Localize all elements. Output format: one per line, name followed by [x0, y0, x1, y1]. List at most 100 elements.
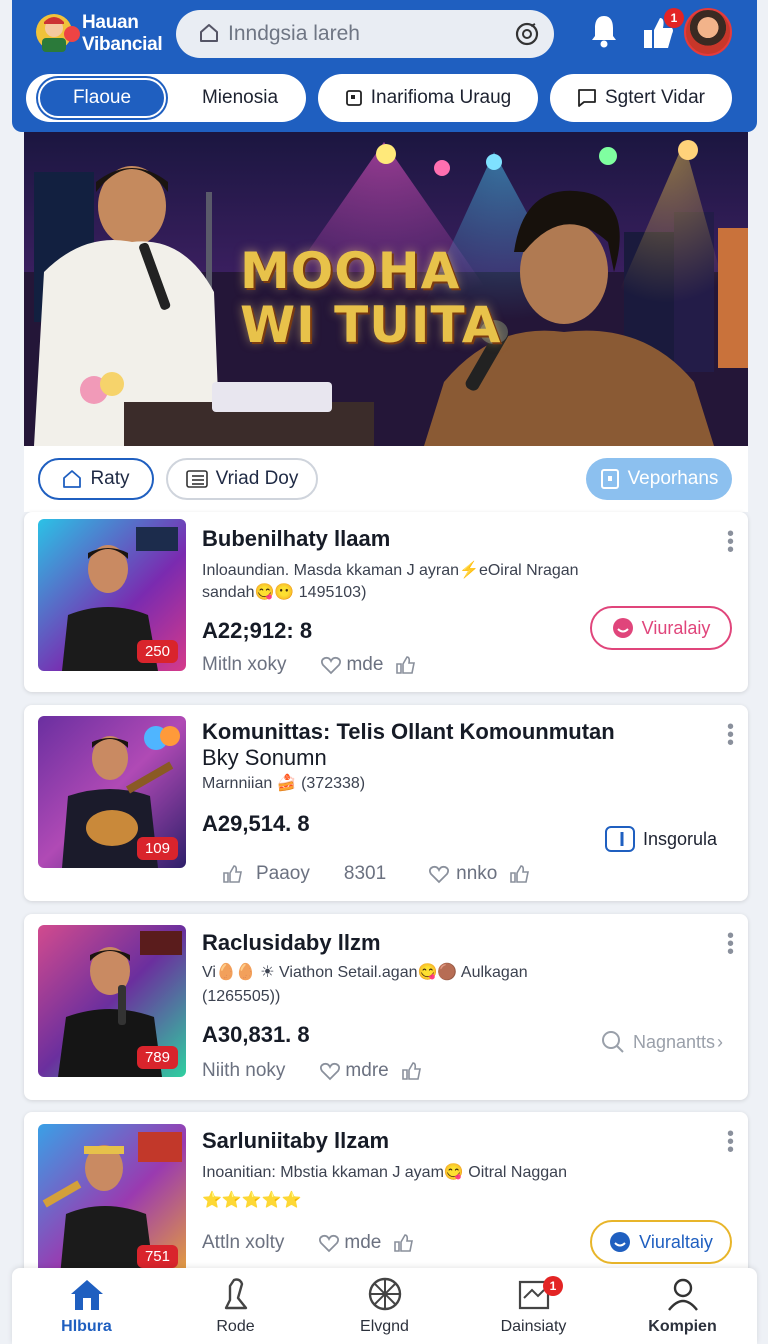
- heart-icon[interactable]: [320, 655, 342, 675]
- heart-icon[interactable]: [318, 1233, 340, 1253]
- nav-item-rode[interactable]: Rode: [161, 1268, 310, 1344]
- hero-title: MOOHA WI TUITA: [240, 244, 501, 352]
- thumbs-up-icon[interactable]: [393, 1233, 415, 1253]
- item-meta-label: Attln xolty: [202, 1232, 285, 1253]
- item-description-2: sandah😋😶 1495103): [202, 584, 367, 601]
- chat-icon: [578, 89, 596, 107]
- mic-stand-icon: [224, 1278, 247, 1310]
- list-item[interactable]: 789 Raclusidaby llzm • • • Vi🥚🥚 ☀ Viathon …: [24, 914, 748, 1100]
- item-meta: Niith noky mdre: [202, 1060, 423, 1082]
- smile-icon: [612, 618, 633, 638]
- action-button-label: Nagnantts: [632, 1031, 716, 1052]
- compass-icon: [368, 1277, 401, 1311]
- action-button-label: Viuralaiy: [641, 617, 711, 638]
- filter-pill-1[interactable]: Inarifioma Uraug: [318, 74, 538, 122]
- brand-line-2: Vibancial: [82, 34, 163, 55]
- thumbs-up-icon[interactable]: [222, 864, 244, 884]
- chip-vriad-doy[interactable]: Vriad Doy: [166, 458, 318, 500]
- heart-icon[interactable]: [428, 864, 450, 884]
- action-button[interactable]: Viuralaiy: [590, 606, 732, 650]
- nav-item-label: Rode: [216, 1318, 255, 1335]
- thumb-count: 250: [136, 640, 178, 663]
- like-label: mde: [344, 1232, 382, 1253]
- nav-item-dainsiaty[interactable]: 1 Dainsiaty: [459, 1268, 608, 1344]
- profile-icon: [667, 1278, 698, 1311]
- item-meta: Paaoy 8301 nnko: [222, 863, 531, 885]
- action-button-label: Viuraltaiy: [639, 1231, 713, 1252]
- list-item[interactable]: 109 Komunittas: Telis Ollant Komounmutan…: [24, 705, 748, 901]
- item-meta: Mitln xoky mde: [202, 654, 417, 676]
- avatar[interactable]: [684, 8, 732, 56]
- segment-tab-inactive[interactable]: Mienosia: [176, 78, 304, 118]
- heart-icon[interactable]: [319, 1061, 341, 1081]
- action-button[interactable]: Insgorula: [586, 817, 736, 861]
- item-description: Marnniian 🍰 (372338): [202, 775, 366, 792]
- list-item[interactable]: 751 Sarluniitaby llzam • • • Inoanitian: M…: [24, 1112, 748, 1282]
- star-rating: ⭐⭐⭐⭐⭐: [202, 1192, 302, 1209]
- facebook-icon: [604, 826, 635, 852]
- notification-badge: 1: [664, 8, 684, 28]
- item-thumbnail: 751: [38, 1124, 186, 1276]
- search-bar[interactable]: [176, 10, 554, 58]
- bottom-nav: Hlbura Rode Elvgnd 1 Dainsiaty Kompien: [12, 1268, 757, 1344]
- thumb-count: 751: [136, 1245, 178, 1268]
- nav-item-elvgnd[interactable]: Elvgnd: [310, 1268, 459, 1344]
- meta-count: 8301: [343, 863, 387, 884]
- item-description: Inoanitian: Mbstia kkaman J ayam😋 Oitral…: [202, 1164, 567, 1181]
- item-price: A29,514. 8: [202, 811, 310, 836]
- like-label: nnko: [456, 863, 498, 884]
- action-button[interactable]: Nagnantts ›: [592, 1020, 732, 1064]
- bell-icon[interactable]: [588, 12, 620, 50]
- search-icon[interactable]: [514, 21, 540, 47]
- item-meta: Attln xolty mde: [202, 1232, 415, 1254]
- item-meta-label: Niith noky: [202, 1060, 286, 1081]
- more-options-icon[interactable]: • • •: [727, 1124, 734, 1160]
- thumbs-up-icon[interactable]: [401, 1061, 423, 1081]
- search-input[interactable]: [228, 18, 498, 50]
- more-options-icon[interactable]: • • •: [727, 926, 734, 962]
- segment-control: Flaoue Mienosia: [26, 74, 306, 122]
- item-title: Raclusidaby llzm: [202, 930, 381, 955]
- brand-line-1: Hauan: [82, 12, 139, 33]
- item-title: Komunittas: Telis Ollant Komounmutan Bky…: [202, 719, 615, 771]
- nav-item-label: Kompien: [648, 1318, 717, 1335]
- filter-pill-2[interactable]: Sgtert Vidar: [550, 74, 732, 122]
- search-icon: [601, 1031, 624, 1053]
- hero-banner[interactable]: MOOHA WI TUITA: [24, 132, 748, 446]
- list-icon: [185, 470, 208, 488]
- chevron-right-icon: ›: [717, 1031, 724, 1052]
- nav-item-label: Dainsiaty: [500, 1318, 567, 1335]
- like-label: mdre: [345, 1060, 389, 1081]
- item-meta-label: Mitln xoky: [202, 654, 287, 675]
- item-title: Sarluniitaby llzam: [202, 1128, 390, 1153]
- action-button-label: Insgorula: [642, 828, 718, 849]
- chip-raty[interactable]: Raty: [38, 458, 154, 500]
- home-icon: [70, 1280, 103, 1310]
- filter-row: Raty Vriad Doy Veporhans: [24, 446, 748, 512]
- segment-tab-active[interactable]: Flaoue: [38, 78, 166, 118]
- meta-label: Paaoy: [256, 863, 310, 884]
- item-price: A30,831. 8: [202, 1022, 310, 1047]
- list-item[interactable]: 250 Bubenilhaty llaam • • • Inloaundian. M…: [24, 512, 748, 692]
- action-button[interactable]: Viuraltaiy: [590, 1220, 732, 1264]
- chip-vriad-doy-label: Vriad Doy: [215, 468, 299, 489]
- filter-pill-2-label: Sgtert Vidar: [605, 87, 705, 108]
- nav-item-kompien[interactable]: Kompien: [608, 1268, 757, 1344]
- thumbs-up-icon[interactable]: [509, 864, 531, 884]
- item-thumbnail: 250: [38, 519, 186, 671]
- thumbs-up-icon[interactable]: [395, 655, 417, 675]
- nav-item-home[interactable]: Hlbura: [12, 1268, 161, 1344]
- like-label: mde: [346, 654, 384, 675]
- app-logo: [36, 14, 80, 52]
- item-description: Inloaundian. Masda kkaman J ayran⚡eOiral…: [202, 562, 579, 579]
- more-options-icon[interactable]: • • •: [727, 524, 734, 560]
- chip-veporhans-label: Veporhans: [627, 468, 719, 489]
- item-title: Bubenilhaty llaam: [202, 526, 391, 551]
- chip-veporhans[interactable]: Veporhans: [586, 458, 732, 500]
- smile-icon: [610, 1232, 631, 1252]
- hero-title-line-2: WI TUITA: [240, 296, 502, 354]
- filter-pill-1-label: Inarifioma Uraug: [370, 87, 512, 108]
- chip-raty-label: Raty: [90, 468, 130, 489]
- more-options-icon[interactable]: • • •: [727, 717, 734, 753]
- item-thumbnail: 789: [38, 925, 186, 1077]
